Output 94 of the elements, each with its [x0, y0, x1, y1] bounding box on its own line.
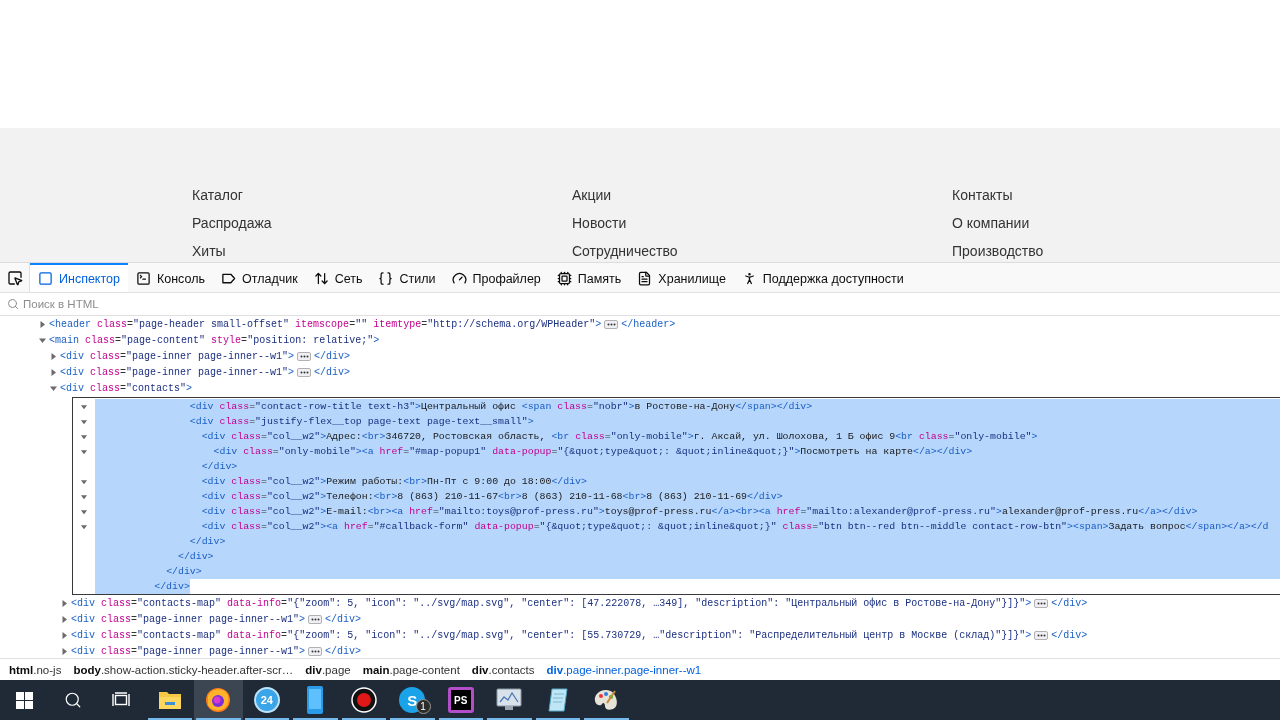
monitor-icon	[496, 688, 523, 712]
html-tag-text[interactable]: <div class="page-inner page-inner--w1">	[71, 613, 306, 625]
triangle-right-icon[interactable]	[60, 646, 69, 656]
folder-icon	[157, 689, 182, 711]
footer-link[interactable]: Контакты	[952, 186, 1013, 204]
chip-icon	[556, 271, 572, 286]
record-icon	[350, 687, 377, 713]
fold-arrow-icon[interactable]	[80, 522, 88, 531]
html-tag-text[interactable]: <div class="contacts-map" data-info="{"zoom": 5, "icon": "../svg/map.svg", "center": [47.222078, …349], "description": "Центральный офис в Ростове-на-Дону"}]}">	[71, 597, 1032, 609]
devtools-tab[interactable]: Память	[548, 263, 630, 292]
footer-link[interactable]: Сотрудничество	[572, 242, 678, 260]
ellipsis-button[interactable]	[308, 646, 323, 656]
html-tag-text[interactable]: <div class="page-inner page-inner--w1">	[60, 366, 295, 378]
html-tag-text[interactable]: <div class="page-inner page-inner--w1">	[71, 645, 306, 657]
ellipsis-icon	[606, 322, 616, 326]
html-tag-text[interactable]: <div class="contacts">	[60, 382, 193, 394]
ellipsis-button[interactable]	[297, 367, 312, 377]
palette-icon	[593, 688, 620, 712]
breadcrumb[interactable]: div.page-inner.page-inner--w1	[546, 663, 702, 676]
footer-link[interactable]: Новости	[572, 214, 627, 232]
footer-link[interactable]: Каталог	[192, 186, 243, 204]
search-field[interactable]: Поиск в HTML	[23, 294, 1280, 314]
closing-tag-text: </div>	[325, 645, 362, 657]
triangle-right-icon[interactable]	[38, 319, 47, 329]
html-tag-text[interactable]: <div class="page-inner page-inner--w1">	[60, 350, 295, 362]
devtools-tab[interactable]: Отладчик	[213, 263, 306, 292]
devtools-tab[interactable]: Консоль	[127, 263, 213, 292]
footer-link[interactable]: Производство	[952, 242, 1044, 260]
fold-arrow-icon[interactable]	[80, 477, 88, 486]
html-tag-text[interactable]: <main class="page-content" style="position: relative;">	[49, 334, 380, 346]
ellipsis-button[interactable]	[1034, 598, 1049, 608]
devtools-tab[interactable]: Поддержка доступности	[733, 263, 912, 292]
ellipsis-icon	[299, 370, 309, 374]
devtools-tab[interactable]: Инспектор	[30, 263, 128, 292]
search-icon	[7, 298, 19, 310]
html-tag-text[interactable]: <div class="contacts-map" data-info="{"zoom": 5, "icon": "../svg/map.svg", "center": [55.730729, …"description": "Распределительный центр в Москве (склад)"}]}">	[71, 629, 1032, 641]
html-edit-box[interactable]	[72, 397, 1280, 595]
footer-link[interactable]: Хиты	[192, 242, 226, 260]
ellipsis-icon	[310, 649, 320, 653]
breadcrumb[interactable]: div.contacts	[471, 663, 535, 676]
closing-tag-text: </header>	[621, 318, 676, 330]
fold-arrow-icon[interactable]	[80, 507, 88, 516]
devtools-tab[interactable]: Профайлер	[443, 263, 549, 292]
devtools-tab[interactable]: Сеть	[305, 263, 371, 292]
document-icon	[637, 271, 653, 286]
breadcrumb[interactable]: div.page	[305, 663, 351, 676]
phone-icon	[307, 686, 324, 714]
firefox-icon	[205, 687, 232, 713]
ellipsis-icon	[1036, 633, 1046, 637]
fold-arrow-icon[interactable]	[80, 432, 88, 441]
closing-tag-text: </div>	[314, 366, 351, 378]
search-icon	[63, 691, 82, 709]
fold-arrow-icon[interactable]	[80, 492, 88, 501]
footer-link[interactable]: Акции	[572, 186, 612, 204]
calendar-app-icon: 24	[253, 687, 280, 713]
ellipsis-icon	[299, 354, 309, 358]
footer-link[interactable]: О компании	[952, 214, 1030, 232]
closing-tag-text: </div>	[325, 613, 362, 625]
gauge-icon	[451, 271, 467, 286]
ellipsis-button[interactable]	[604, 319, 619, 329]
triangle-right-icon[interactable]	[60, 598, 69, 608]
arrows-icon	[313, 271, 329, 286]
closing-tag-text: </div>	[1051, 597, 1088, 609]
devtools-tab[interactable]: Стили	[370, 263, 444, 292]
phpstorm-icon: PS	[447, 687, 474, 713]
notepad-icon	[546, 687, 569, 713]
fold-arrow-icon[interactable]	[80, 417, 88, 426]
triangle-right-icon[interactable]	[60, 630, 69, 640]
breadcrumb[interactable]: html.no-js	[9, 663, 62, 676]
terminal-icon	[135, 271, 151, 286]
breadcrumb[interactable]: main.page-content	[362, 663, 460, 676]
windows-icon	[15, 691, 33, 709]
square-icon	[38, 271, 53, 286]
devtools-tab[interactable]: Хранилище	[629, 263, 734, 292]
closing-tag-text: </div>	[1051, 629, 1088, 641]
fold-arrow-icon[interactable]	[80, 447, 88, 456]
html-tag-text[interactable]: <header class="page-header small-offset" itemscope="" itemtype="http://schema.org/WPHeader">	[49, 318, 602, 330]
taskbar-button[interactable]: PS	[436, 680, 485, 720]
triangle-right-icon[interactable]	[60, 614, 69, 624]
pointer-icon	[6, 269, 23, 286]
triangle-right-icon[interactable]	[49, 351, 58, 361]
breadcrumb[interactable]: body.show-action.sticky-header.after-scr…	[73, 663, 294, 676]
tag-icon	[221, 271, 236, 286]
footer-link[interactable]: Распродажа	[192, 214, 272, 232]
ellipsis-button[interactable]	[308, 614, 323, 624]
closing-tag-text: </div>	[314, 350, 351, 362]
braces-icon	[378, 271, 394, 286]
fold-arrow-icon[interactable]	[80, 402, 88, 411]
ellipsis-icon	[310, 617, 320, 621]
triangle-right-icon[interactable]	[49, 367, 58, 377]
ellipsis-button[interactable]	[297, 351, 312, 361]
ellipsis-button[interactable]	[1034, 630, 1049, 640]
ellipsis-icon	[1036, 601, 1046, 605]
task-view-icon	[112, 692, 131, 708]
